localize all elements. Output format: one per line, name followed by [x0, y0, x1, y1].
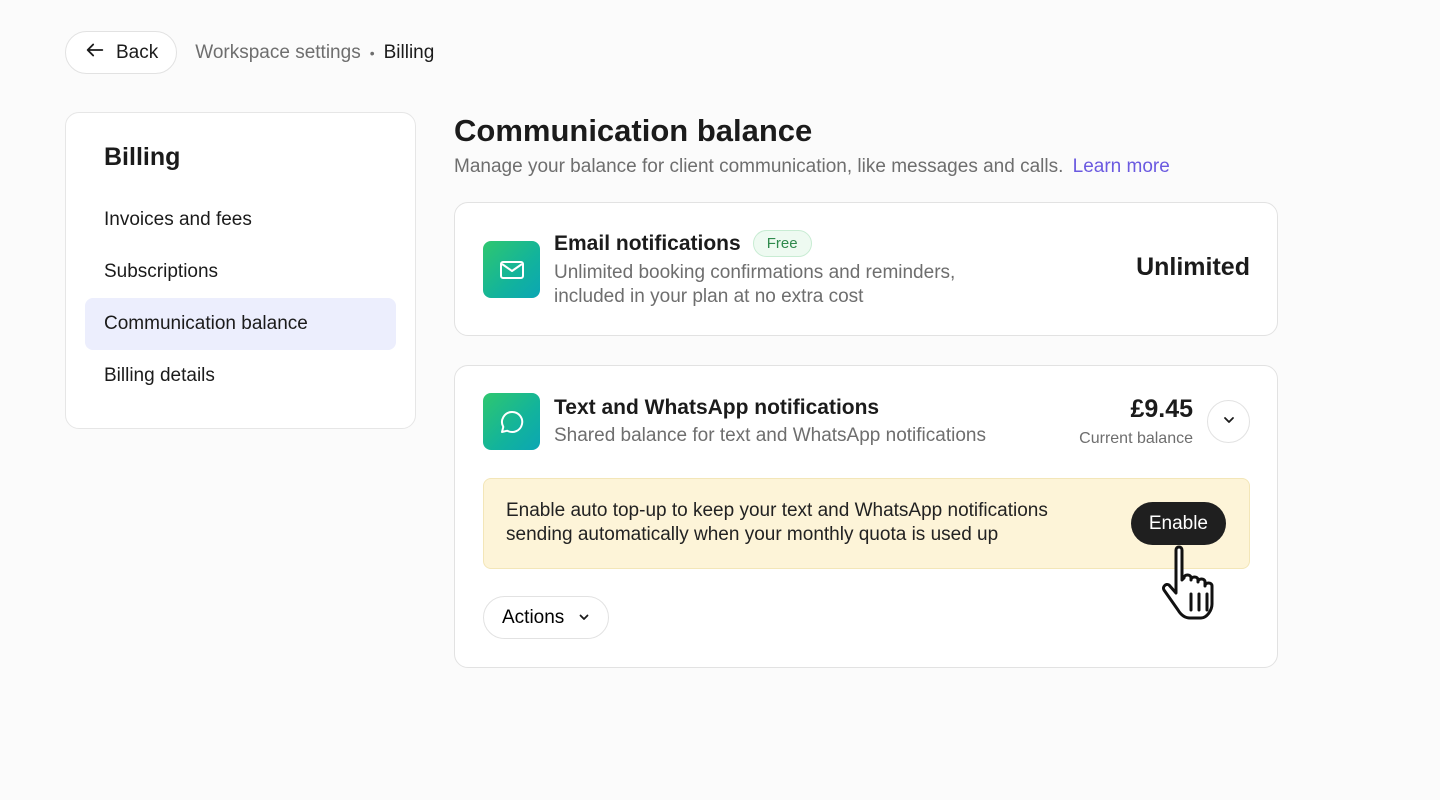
topbar: Back Workspace settings • Billing	[65, 31, 434, 74]
sidebar-item-label: Subscriptions	[104, 261, 219, 282]
balance-label: Current balance	[1079, 430, 1193, 447]
email-card-title: Email notifications	[554, 231, 741, 255]
chevron-down-icon	[578, 607, 590, 629]
learn-more-link[interactable]: Learn more	[1073, 156, 1170, 177]
email-card-header: Email notifications Free	[554, 230, 812, 257]
back-button[interactable]: Back	[65, 31, 178, 74]
actions-label: Actions	[502, 606, 565, 628]
breadcrumb-parent[interactable]: Workspace settings	[195, 42, 360, 64]
balance-amount: £9.45	[1130, 395, 1193, 423]
current-balance: £9.45 Current balance	[1079, 395, 1193, 448]
actions-dropdown[interactable]: Actions	[483, 596, 610, 639]
expand-button[interactable]	[1207, 400, 1250, 443]
enable-button[interactable]: Enable	[1130, 502, 1226, 545]
text-card-description: Shared balance for text and WhatsApp not…	[554, 425, 986, 446]
chat-bubble-icon	[483, 393, 540, 450]
sidebar-item-label: Billing details	[104, 365, 215, 386]
email-notifications-card: Email notifications Free Unlimited booki…	[454, 202, 1278, 336]
sidebar-title: Billing	[104, 143, 181, 171]
email-card-value: Unlimited	[1136, 253, 1250, 281]
text-whatsapp-notifications-card: Text and WhatsApp notifications Shared b…	[454, 365, 1278, 668]
page-title: Communication balance	[454, 113, 813, 148]
billing-sidebar: Billing Invoices and fees Subscriptions …	[65, 112, 416, 429]
hand-cursor-icon	[1158, 542, 1236, 622]
page-subtitle-text: Manage your balance for client communica…	[454, 156, 1064, 177]
sidebar-item-label: Communication balance	[104, 313, 308, 334]
breadcrumb: Workspace settings • Billing	[195, 42, 434, 64]
arrow-left-icon	[84, 39, 106, 67]
breadcrumb-current: Billing	[383, 41, 435, 63]
page-subtitle: Manage your balance for client communica…	[454, 156, 1278, 178]
text-card-header: Text and WhatsApp notifications	[554, 396, 879, 420]
email-card-description: Unlimited booking confirmations and remi…	[554, 262, 956, 307]
sidebar-item-billing-details[interactable]: Billing details	[85, 350, 396, 402]
notice-text: Enable auto top-up to keep your text and…	[506, 500, 1048, 545]
back-button-label: Back	[116, 41, 159, 63]
auto-top-up-notice: Enable auto top-up to keep your text and…	[483, 478, 1250, 569]
sidebar-item-label: Invoices and fees	[104, 209, 252, 230]
mail-icon	[483, 241, 540, 298]
chevron-down-icon	[1222, 413, 1236, 430]
free-badge: Free	[752, 230, 812, 257]
sidebar-item-subscriptions[interactable]: Subscriptions	[85, 246, 396, 298]
sidebar-item-communication-balance[interactable]: Communication balance	[85, 298, 396, 350]
sidebar-item-invoices-and-fees[interactable]: Invoices and fees	[85, 194, 396, 246]
breadcrumb-separator: •	[369, 44, 375, 61]
text-card-title: Text and WhatsApp notifications	[554, 396, 880, 419]
main-content: Communication balance Manage your balanc…	[454, 112, 1278, 668]
